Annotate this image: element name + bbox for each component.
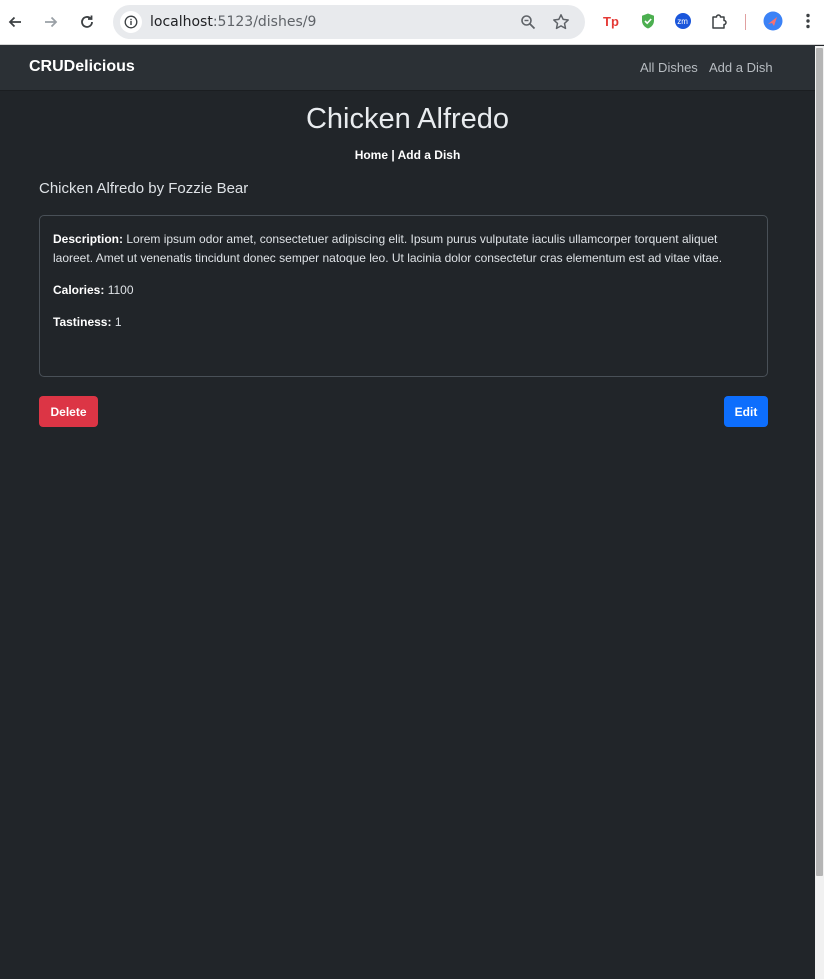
browser-toolbar: localhost:5123/dishes/9 Tp zm: [0, 0, 824, 45]
dish-details-card: Description: Lorem ipsum odor amet, cons…: [39, 215, 768, 377]
add-dish-link[interactable]: Add a Dish: [398, 148, 461, 162]
translate-extension-icon[interactable]: Tp: [601, 11, 621, 31]
page-title: Chicken Alfredo: [305, 103, 510, 135]
app-navbar: CRUDelicious All Dishes Add a Dish: [0, 45, 815, 91]
tastiness-value: 1: [114, 315, 122, 329]
delete-button[interactable]: Delete: [39, 396, 98, 427]
address-bar[interactable]: localhost:5123/dishes/9: [113, 5, 585, 39]
breadcrumb: Home | Add a Dish: [0, 148, 815, 162]
scrollbar-thumb[interactable]: [816, 48, 823, 876]
shield-extension-icon[interactable]: [638, 11, 658, 31]
back-icon[interactable]: [3, 10, 27, 34]
edit-button[interactable]: Edit: [724, 396, 768, 427]
extensions-puzzle-icon[interactable]: [709, 11, 729, 31]
site-info-icon[interactable]: [120, 11, 142, 33]
url-text: localhost:5123/dishes/9: [150, 14, 317, 30]
reload-icon[interactable]: [75, 10, 99, 34]
brand-link[interactable]: CRUDelicious: [29, 58, 135, 76]
zoom-extension-icon[interactable]: zm: [673, 11, 693, 31]
nav-link-add-dish[interactable]: Add a Dish: [709, 60, 773, 75]
calories-label: Calories:: [53, 283, 105, 297]
dish-subheading: Chicken Alfredo by Fozzie Bear: [39, 180, 249, 197]
svg-text:zm: zm: [677, 17, 688, 26]
profile-avatar-icon[interactable]: [763, 11, 783, 31]
browser-menu-icon[interactable]: [798, 11, 818, 31]
tastiness-label: Tastiness:: [53, 315, 112, 329]
tastiness-row: Tastiness: 1: [53, 313, 754, 332]
calories-row: Calories: 1100: [53, 281, 754, 300]
calories-value: 1100: [107, 283, 134, 297]
description-row: Description: Lorem ipsum odor amet, cons…: [53, 230, 754, 268]
description-value: Lorem ipsum odor amet, consectetuer adip…: [53, 232, 723, 265]
nav-link-all-dishes[interactable]: All Dishes: [640, 60, 698, 75]
breadcrumb-separator: |: [388, 148, 398, 162]
svg-text:Tp: Tp: [603, 14, 619, 29]
description-label: Description:: [53, 232, 124, 246]
toolbar-divider: [745, 14, 746, 30]
forward-icon[interactable]: [39, 10, 63, 34]
bookmark-star-icon[interactable]: [551, 12, 571, 32]
zoom-icon[interactable]: [518, 12, 538, 32]
home-link[interactable]: Home: [355, 148, 388, 162]
